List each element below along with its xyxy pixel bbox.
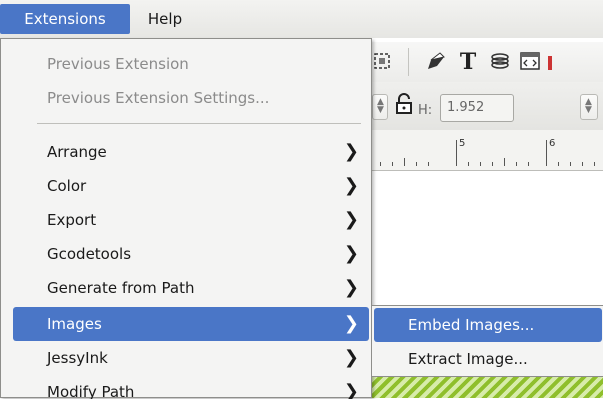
- ruler-tick: [428, 162, 429, 166]
- menu-item-label: JessyInk: [47, 349, 108, 367]
- menu-item-color[interactable]: Color ❯: [13, 169, 369, 203]
- height-spinner[interactable]: ▲ ▼: [580, 94, 598, 120]
- ruler-tick: [516, 162, 517, 166]
- images-submenu: Embed Images... Extract Image...: [371, 305, 603, 377]
- ruler-tick: [558, 162, 559, 166]
- menu-item-label: Images: [47, 315, 102, 333]
- ruler-tick: [504, 158, 505, 166]
- ruler-tick: [594, 162, 595, 166]
- node-icon[interactable]: [370, 50, 394, 74]
- selection-hatch-pattern: [358, 374, 603, 398]
- ruler-label: 5: [459, 138, 466, 149]
- ruler-tick: [392, 162, 393, 166]
- ruler-tick: [404, 158, 405, 166]
- submenu-item-extract-image[interactable]: Extract Image...: [374, 342, 602, 376]
- toolbar-separator: [408, 48, 409, 76]
- ruler-major-tick: [546, 140, 547, 166]
- menu-help[interactable]: Help: [139, 4, 191, 34]
- width-spinner[interactable]: ▲ ▼: [372, 94, 388, 120]
- menu-item-arrange[interactable]: Arrange ❯: [13, 135, 369, 169]
- spinner-arrows-icon: ▲ ▼: [585, 97, 592, 115]
- menu-separator: [37, 123, 361, 124]
- ruler-tick: [492, 162, 493, 166]
- partial-icon: [548, 56, 552, 70]
- menu-item-label: Modify Path: [47, 383, 135, 399]
- chevron-right-icon: ❯: [343, 141, 359, 162]
- xml-editor-icon[interactable]: [518, 50, 542, 74]
- chevron-right-icon: ❯: [343, 243, 359, 264]
- text-icon[interactable]: T: [456, 50, 480, 74]
- ruler-tick: [380, 162, 381, 166]
- chevron-right-icon: ❯: [343, 209, 359, 230]
- lock-icon[interactable]: [392, 92, 416, 116]
- menu-item-label: Gcodetools: [47, 245, 132, 263]
- extensions-menu: Previous Extension Previous Extension Se…: [0, 38, 372, 399]
- menu-item-previous-extension[interactable]: Previous Extension: [13, 47, 369, 81]
- menu-item-jessyink[interactable]: JessyInk ❯: [13, 341, 369, 375]
- menu-item-export[interactable]: Export ❯: [13, 203, 369, 237]
- menu-extensions[interactable]: Extensions: [0, 4, 130, 34]
- ruler-tick: [468, 162, 469, 166]
- layers-icon[interactable]: [488, 50, 512, 74]
- chevron-right-icon: ❯: [343, 347, 359, 368]
- menu-item-label: Arrange: [47, 143, 107, 161]
- ruler-tick: [528, 162, 529, 166]
- chevron-right-icon: ❯: [343, 381, 359, 399]
- menu-item-generate-from-path[interactable]: Generate from Path ❯: [13, 271, 369, 305]
- menu-item-previous-extension-settings[interactable]: Previous Extension Settings...: [13, 81, 369, 115]
- ruler-tick: [582, 162, 583, 166]
- height-input[interactable]: 1.952: [440, 94, 514, 122]
- ruler-major-tick: [456, 140, 457, 166]
- chevron-right-icon: ❯: [343, 313, 359, 334]
- menu-item-gcodetools[interactable]: Gcodetools ❯: [13, 237, 369, 271]
- menu-item-label: Color: [47, 177, 87, 195]
- chevron-right-icon: ❯: [343, 175, 359, 196]
- menu-item-label: Generate from Path: [47, 279, 195, 297]
- ruler-tick: [416, 162, 417, 166]
- pen-icon[interactable]: [424, 50, 448, 74]
- horizontal-ruler: 5 6: [358, 130, 603, 171]
- tool-controls-bar: T: [358, 42, 603, 82]
- ruler-label: 6: [549, 138, 556, 149]
- ruler-tick: [570, 162, 571, 166]
- spinner-arrows-icon: ▲ ▼: [377, 97, 384, 115]
- menu-item-modify-path[interactable]: Modify Path ❯: [13, 375, 369, 399]
- chevron-right-icon: ❯: [343, 277, 359, 298]
- ruler-tick: [480, 162, 481, 166]
- submenu-item-embed-images[interactable]: Embed Images...: [374, 308, 602, 342]
- menubar: Extensions Help: [0, 0, 603, 39]
- height-label: H:: [418, 103, 433, 118]
- menu-item-label: Export: [47, 211, 97, 229]
- menu-item-images[interactable]: Images ❯: [13, 307, 369, 341]
